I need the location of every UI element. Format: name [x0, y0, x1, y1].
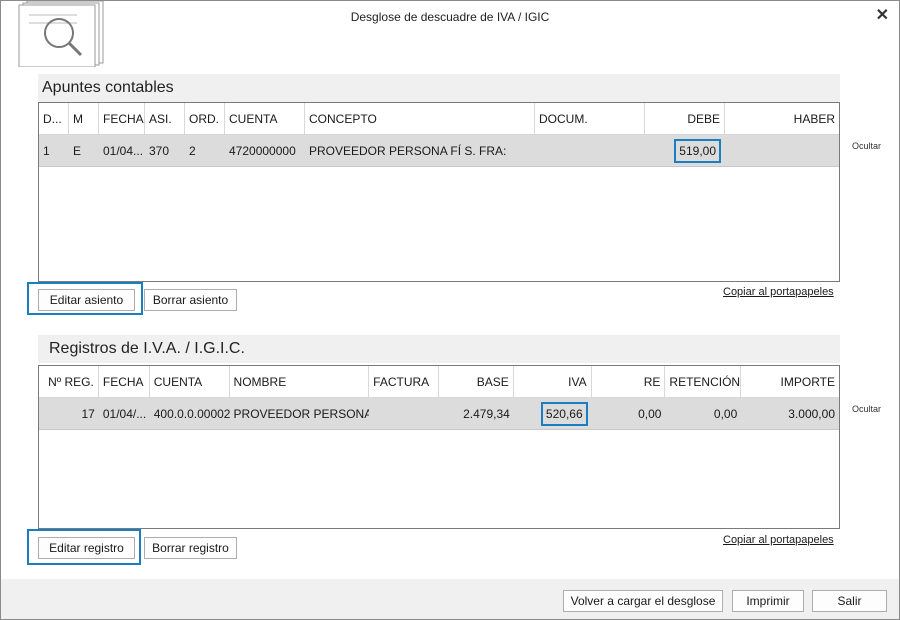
col-nombre[interactable]: NOMBRE: [230, 366, 370, 397]
borrar-asiento-button[interactable]: Borrar asiento: [144, 289, 237, 311]
registros-grid[interactable]: Nº REG. FECHA CUENTA NOMBRE FACTURA BASE…: [38, 365, 840, 529]
cell-nombre: PROVEEDOR PERSONA...: [233, 407, 370, 421]
apuntes-section: Apuntes contables: [38, 74, 840, 102]
cell-asi: 370: [149, 144, 170, 158]
col-m[interactable]: M: [69, 103, 99, 134]
col-docum[interactable]: DOCUM.: [535, 103, 645, 134]
col-fecha[interactable]: FECHA: [99, 103, 145, 134]
col-factura[interactable]: FACTURA: [369, 366, 439, 397]
window-title: Desglose de descuadre de IVA / IGIC: [350, 10, 550, 24]
iva-value-highlight: 520,66: [540, 402, 588, 426]
table-row[interactable]: 1 E 01/04... 370 2 4720000000 PROVEEDOR …: [39, 135, 839, 167]
cell-d: 1: [43, 144, 50, 158]
col-concepto[interactable]: CONCEPTO: [305, 103, 535, 134]
close-icon[interactable]: ✕: [876, 5, 889, 25]
cell-retencion: 0,00: [713, 407, 738, 421]
col-fecha[interactable]: FECHA: [99, 366, 150, 397]
cell-nreg: 17: [81, 407, 95, 421]
dialog-window: Desglose de descuadre de IVA / IGIC ✕ Ap…: [0, 0, 900, 620]
cell-fecha: 01/04...: [103, 144, 144, 158]
cell-fecha: 01/04/...: [102, 407, 147, 421]
registros-section: Registros de I.V.A. / I.G.I.C.: [38, 335, 840, 363]
copiar-portapapeles-apuntes-link[interactable]: Copiar al portapapeles: [723, 286, 834, 298]
cell-factura: [369, 398, 439, 429]
col-d[interactable]: D...: [39, 103, 69, 134]
col-ord[interactable]: ORD.: [185, 103, 225, 134]
registros-header-row: Nº REG. FECHA CUENTA NOMBRE FACTURA BASE…: [39, 366, 839, 398]
cell-ord: 2: [189, 144, 196, 158]
cell-m: E: [73, 144, 82, 158]
cell-concepto: PROVEEDOR PERSONA FÍ S. FRA:: [309, 144, 507, 158]
ocultar-registros-link[interactable]: Ocultar: [852, 404, 881, 414]
apuntes-grid[interactable]: D... M FECHA ASI. ORD. CUENTA CONCEPTO D…: [38, 102, 840, 282]
cell-docum: [535, 135, 645, 166]
apuntes-header: Apuntes contables: [38, 74, 840, 102]
col-retencion[interactable]: RETENCIÓN: [665, 366, 742, 397]
cell-base: 2.479,34: [463, 407, 510, 421]
col-cuenta[interactable]: CUENTA: [225, 103, 305, 134]
col-asi[interactable]: ASI.: [145, 103, 185, 134]
cell-re: 0,00: [638, 407, 662, 421]
apuntes-header-row: D... M FECHA ASI. ORD. CUENTA CONCEPTO D…: [39, 103, 839, 135]
editar-asiento-button[interactable]: Editar asiento: [38, 289, 135, 311]
registros-header: Registros de I.V.A. / I.G.I.C.: [38, 335, 840, 363]
cell-importe: 3.000,00: [788, 407, 835, 421]
exit-button[interactable]: Salir: [812, 590, 887, 612]
copiar-portapapeles-registros-link[interactable]: Copiar al portapapeles: [723, 534, 834, 546]
col-nreg[interactable]: Nº REG.: [39, 366, 99, 397]
col-cuenta[interactable]: CUENTA: [150, 366, 230, 397]
editar-registro-button[interactable]: Editar registro: [38, 537, 135, 559]
col-debe[interactable]: DEBE: [645, 103, 725, 134]
ocultar-apuntes-link[interactable]: Ocultar: [852, 141, 881, 151]
cell-cuenta: 400.0.0.00002: [153, 407, 230, 421]
print-button[interactable]: Imprimir: [732, 590, 804, 612]
col-importe[interactable]: IMPORTE: [741, 366, 839, 397]
cell-cuenta: 4720000000: [229, 144, 296, 158]
col-base[interactable]: BASE: [439, 366, 514, 397]
reload-desglose-button[interactable]: Volver a cargar el desglose: [563, 590, 723, 612]
debe-value-highlight: 519,00: [674, 139, 721, 163]
col-re[interactable]: RE: [592, 366, 666, 397]
col-iva[interactable]: IVA: [514, 366, 592, 397]
col-haber[interactable]: HABER: [725, 103, 839, 134]
table-row[interactable]: 17 01/04/... 400.0.0.00002 PROVEEDOR PER…: [39, 398, 839, 430]
cell-iva: 520,66: [514, 398, 592, 429]
cell-debe: 519,00: [645, 135, 725, 166]
cell-haber: [725, 135, 839, 166]
borrar-registro-button[interactable]: Borrar registro: [144, 537, 237, 559]
